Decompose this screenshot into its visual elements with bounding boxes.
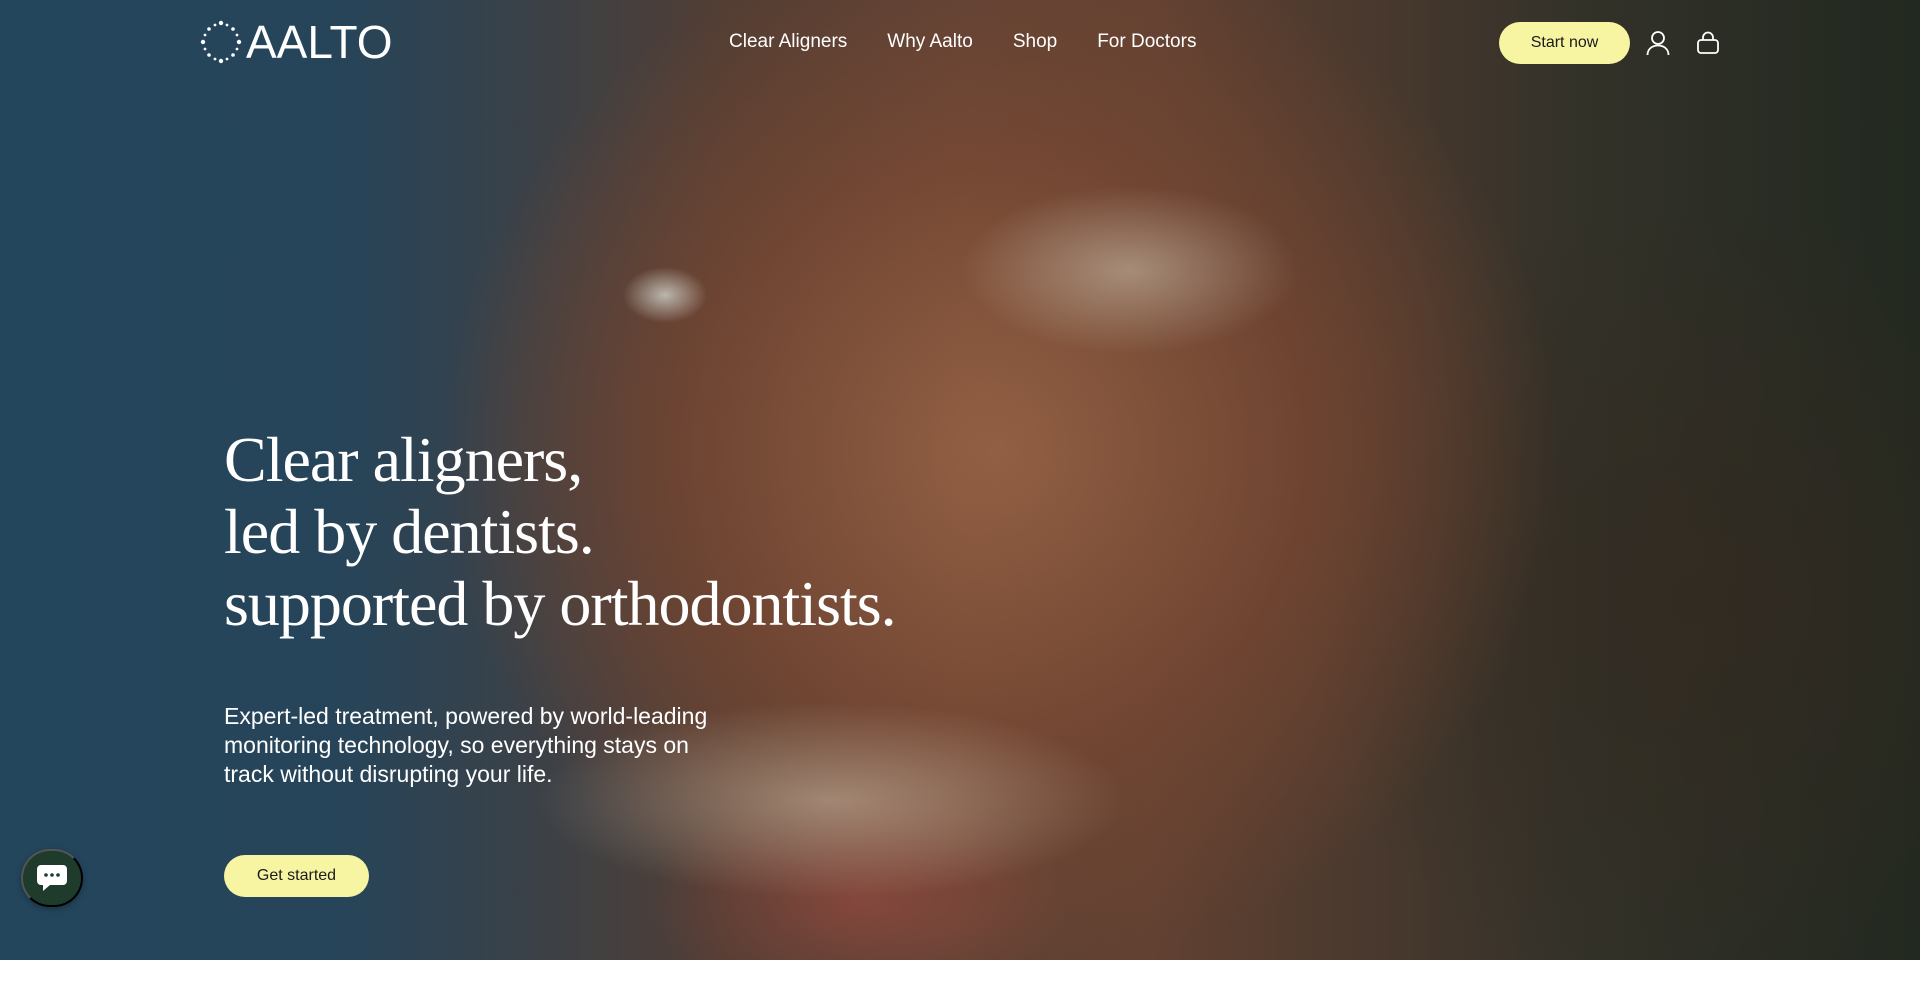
account-button[interactable] (1644, 28, 1672, 58)
nav-link-for-doctors[interactable]: For Doctors (1097, 31, 1196, 53)
headline-line-2: led by dentists. (224, 496, 595, 567)
chat-widget-button[interactable] (21, 849, 83, 907)
subtext-line-2: monitoring technology, so everything sta… (224, 732, 689, 758)
bag-icon (1697, 31, 1719, 54)
hero-subtext: Expert-led treatment, powered by world-l… (224, 702, 764, 789)
headline-line-3: supported by orthodontists. (224, 568, 897, 639)
cart-button[interactable] (1694, 28, 1722, 58)
get-started-button[interactable]: Get started (224, 855, 369, 897)
nav-link-why-aalto[interactable]: Why Aalto (887, 31, 973, 53)
logo-mark-icon (200, 20, 242, 64)
brand-logo[interactable]: AALTO (200, 16, 393, 68)
chat-bubble-icon (37, 865, 67, 891)
hero-headline: Clear aligners, led by dentists. support… (224, 424, 897, 640)
main-menu: Clear Aligners Why Aalto Shop For Doctor… (729, 31, 1236, 53)
headline-line-1: Clear aligners, (224, 424, 583, 495)
subtext-line-3: track without disrupting your life. (224, 761, 553, 787)
user-icon (1646, 31, 1670, 56)
nav-link-shop[interactable]: Shop (1013, 31, 1057, 53)
site-header: AALTO Clear Aligners Why Aalto Shop For … (0, 0, 1920, 86)
nav-link-clear-aligners[interactable]: Clear Aligners (729, 31, 847, 53)
brand-name: AALTO (246, 16, 393, 68)
start-now-button[interactable]: Start now (1499, 22, 1630, 64)
subtext-line-1: Expert-led treatment, powered by world-l… (224, 703, 708, 729)
